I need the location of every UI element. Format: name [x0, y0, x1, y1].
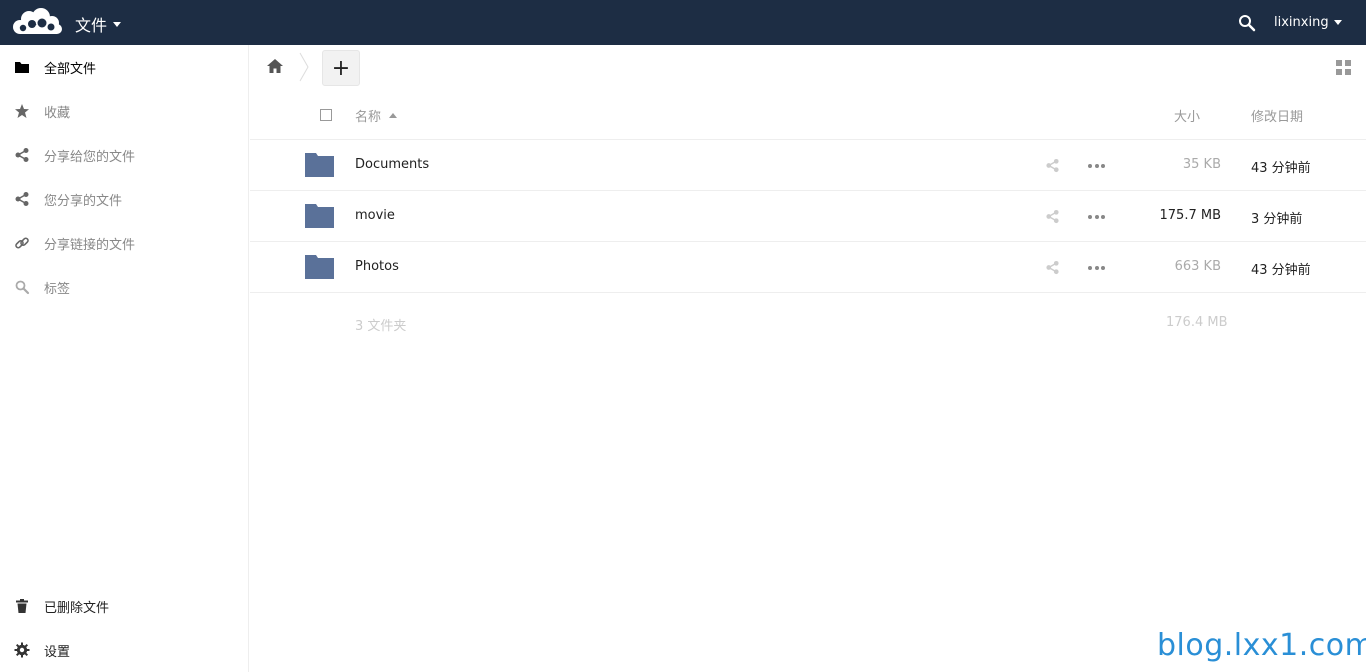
sidebar-item-settings[interactable]: 设置	[0, 628, 249, 672]
grid-view-icon[interactable]	[1336, 60, 1351, 75]
sidebar-item-label: 标签	[44, 281, 71, 297]
column-header-size[interactable]: 大小	[1174, 106, 1200, 125]
share-icon	[15, 148, 29, 162]
top-header: 文件 lixinxing	[0, 0, 1366, 45]
caret-down-icon	[113, 21, 122, 27]
sidebar-item-label: 分享给您的文件	[44, 149, 136, 165]
link-icon	[15, 237, 29, 249]
sidebar-item-label: 已删除文件	[44, 600, 110, 616]
user-menu[interactable]: lixinxing	[1274, 15, 1342, 30]
share-icon[interactable]	[1045, 209, 1060, 224]
table-row[interactable]: movie 175.7 MB 3 分钟前	[250, 191, 1366, 242]
column-header-modified[interactable]: 修改日期	[1251, 106, 1303, 125]
gear-icon	[14, 642, 30, 658]
sidebar-item-favorites[interactable]: 收藏	[0, 89, 249, 133]
app-title: 文件	[75, 16, 108, 35]
folder-icon	[305, 204, 334, 228]
sidebar-item-all-files[interactable]: 全部文件	[0, 45, 249, 89]
folder-icon	[305, 153, 334, 177]
watermark: blog.lxx1.com	[1157, 628, 1366, 663]
trash-icon	[16, 599, 28, 613]
search-icon	[15, 280, 30, 295]
sidebar: 全部文件 收藏 分享给您的文件 您分享的文件 分享链接的文件 标签 已删除文件 …	[0, 45, 249, 672]
file-name[interactable]: Documents	[355, 157, 429, 172]
sidebar-item-label: 您分享的文件	[44, 193, 123, 209]
summary-size: 176.4 MB	[1166, 315, 1228, 330]
owncloud-logo[interactable]	[11, 8, 63, 36]
folder-icon	[15, 62, 29, 73]
sidebar-item-shared-with-you[interactable]: 分享给您的文件	[0, 133, 249, 177]
username: lixinxing	[1274, 15, 1329, 30]
more-actions-icon[interactable]	[1088, 260, 1105, 275]
file-name[interactable]: Photos	[355, 259, 399, 274]
file-modified: 43 分钟前	[1251, 161, 1311, 176]
sidebar-item-tags[interactable]: 标签	[0, 265, 249, 309]
file-modified: 3 分钟前	[1251, 212, 1303, 227]
breadcrumb-separator	[299, 52, 309, 82]
share-icon[interactable]	[1045, 260, 1060, 275]
select-all-checkbox[interactable]	[320, 109, 332, 121]
file-modified: 43 分钟前	[1251, 263, 1311, 278]
sidebar-item-label: 分享链接的文件	[44, 237, 136, 253]
share-icon[interactable]	[1045, 158, 1060, 173]
search-icon[interactable]	[1237, 13, 1257, 33]
sidebar-item-deleted-files[interactable]: 已删除文件	[0, 584, 249, 628]
folder-icon	[305, 255, 334, 279]
star-icon	[15, 104, 29, 118]
sidebar-item-label: 收藏	[44, 105, 71, 121]
more-actions-icon[interactable]	[1088, 158, 1105, 173]
file-size: 35 KB	[1182, 157, 1221, 172]
column-header-name[interactable]: 名称	[355, 106, 398, 125]
table-row[interactable]: Documents 35 KB 43 分钟前	[250, 140, 1366, 191]
file-size: 175.7 MB	[1159, 208, 1221, 223]
sidebar-item-label: 全部文件	[44, 61, 97, 77]
file-size: 663 KB	[1174, 259, 1221, 274]
sort-ascending-icon	[389, 113, 398, 118]
share-icon	[15, 192, 29, 206]
more-actions-icon[interactable]	[1088, 209, 1105, 224]
column-header-name-label: 名称	[355, 110, 382, 125]
app-menu[interactable]: 文件	[75, 12, 122, 36]
summary-count: 3 文件夹	[355, 319, 407, 334]
home-icon[interactable]	[266, 58, 284, 74]
file-name[interactable]: movie	[355, 208, 395, 223]
sidebar-item-shared-by-you[interactable]: 您分享的文件	[0, 177, 249, 221]
new-button[interactable]: +	[322, 50, 360, 86]
table-row[interactable]: Photos 663 KB 43 分钟前	[250, 242, 1366, 293]
sidebar-item-shared-by-link[interactable]: 分享链接的文件	[0, 221, 249, 265]
caret-down-icon	[1333, 20, 1342, 25]
sidebar-item-label: 设置	[44, 644, 71, 660]
